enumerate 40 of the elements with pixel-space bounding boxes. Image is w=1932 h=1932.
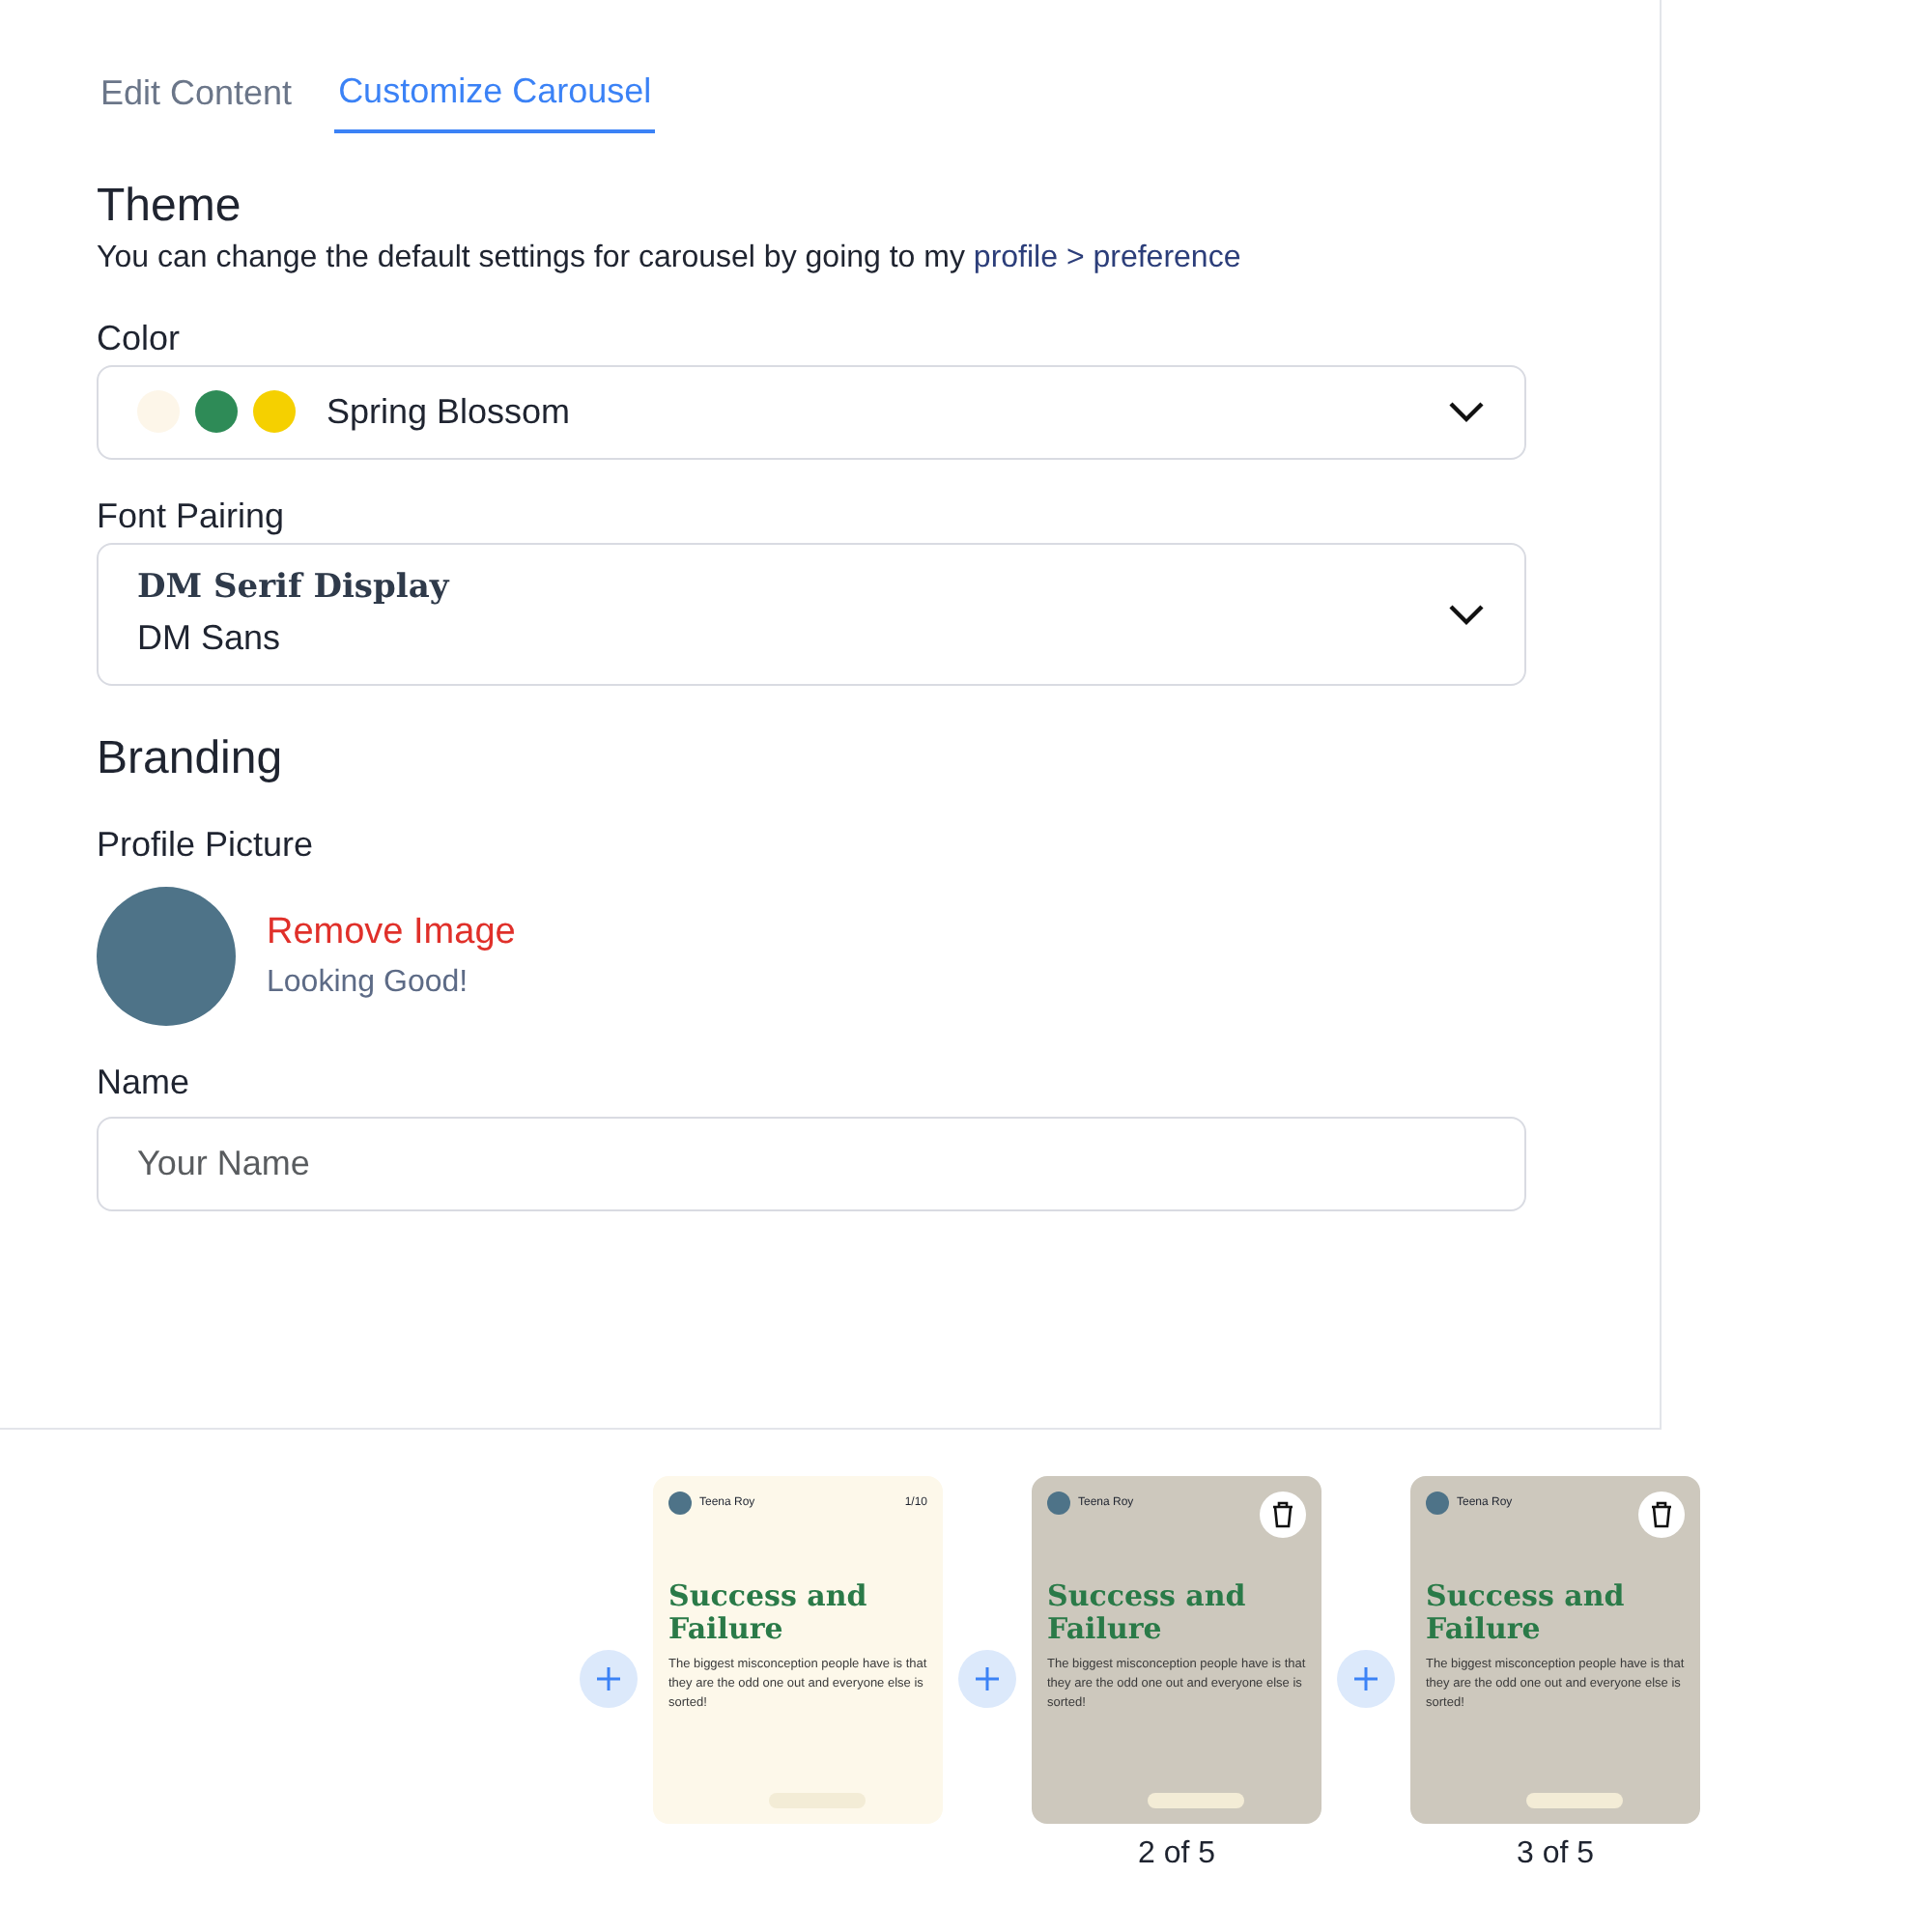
section-title: Branding <box>97 732 285 789</box>
description-text: You can change the default settings for carousel by going to my profile > preference <box>97 239 1243 278</box>
body-font-name: DM Sans <box>137 616 283 662</box>
remove-image-link[interactable]: Remove Image <box>267 905 516 961</box>
font-pairing-select[interactable]: DM Serif Display DM Sans <box>97 542 1526 687</box>
field-label: Name <box>97 1061 192 1106</box>
preference-link[interactable]: profile > preference <box>973 241 1241 274</box>
footer-badge <box>1526 1793 1623 1808</box>
plus-icon <box>1352 1664 1379 1692</box>
chevron-down-icon <box>1447 400 1486 424</box>
author-avatar <box>1426 1492 1449 1515</box>
author-avatar <box>668 1492 692 1515</box>
trash-icon <box>1650 1501 1673 1528</box>
field-label: Color <box>97 316 183 361</box>
slide-caption: 3 of 5 <box>1514 1835 1597 1874</box>
color-select[interactable]: Spring Blossom <box>97 364 1526 460</box>
plus-icon <box>974 1664 1001 1692</box>
slide-caption: 2 of 5 <box>1135 1835 1218 1874</box>
field-label: Profile Picture <box>97 823 316 868</box>
heading-font-name: DM Serif Display <box>137 565 449 611</box>
field-label: Font Pairing <box>97 494 287 539</box>
footer-badge <box>1148 1793 1244 1808</box>
slide-title: Success and Failure <box>1426 1580 1627 1644</box>
status-text: Looking Good! <box>267 964 470 1004</box>
name-input[interactable]: Your Name <box>97 1117 1526 1212</box>
tab[interactable]: Customize Carousel <box>334 58 656 133</box>
add-slide-button[interactable] <box>580 1650 638 1708</box>
chevron-down-icon <box>1447 603 1486 627</box>
add-slide-button[interactable] <box>1337 1650 1395 1708</box>
plus-icon <box>595 1664 622 1692</box>
trash-icon <box>1271 1501 1294 1528</box>
author-avatar <box>1047 1492 1070 1515</box>
slide-title: Success and Failure <box>1047 1580 1248 1644</box>
delete-button[interactable] <box>1260 1492 1306 1538</box>
add-slide-button[interactable] <box>958 1650 1016 1708</box>
section-title: Theme <box>97 180 243 236</box>
select-value: Spring Blossom <box>327 389 571 435</box>
slide-title: Success and Failure <box>668 1580 869 1644</box>
tab[interactable]: Edit Content <box>97 58 297 133</box>
delete-button[interactable] <box>1638 1492 1685 1538</box>
